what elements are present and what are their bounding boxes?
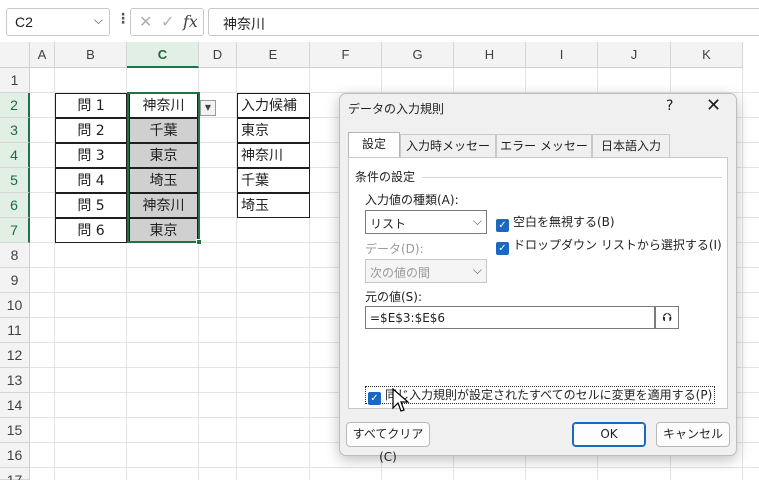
in-cell-dropdown-checkbox[interactable]: ✓ ドロップダウン リストから選択する(I): [496, 236, 722, 255]
select-all-corner[interactable]: [0, 42, 30, 68]
cell-e4[interactable]: 神奈川: [237, 143, 310, 168]
tab-input-message[interactable]: 入力時メッセージ: [400, 134, 496, 175]
tab-settings[interactable]: 設定: [348, 132, 400, 158]
row-header-2[interactable]: 2: [0, 93, 30, 118]
fill-handle[interactable]: [196, 239, 202, 245]
mouse-pointer-icon: [392, 388, 410, 412]
column-header-d[interactable]: D: [199, 42, 237, 68]
settings-panel: 条件の設定 入力値の種類(A): リスト ⌵ ✓ 空白を無視する(B) ✓ ドロップ…: [348, 157, 728, 409]
dialog-title: データの入力規則: [348, 102, 445, 116]
data-label: データ(D):: [365, 242, 424, 256]
cell-b2[interactable]: 問 1: [55, 93, 127, 118]
help-icon[interactable]: ?: [666, 98, 673, 114]
gridline: [742, 68, 743, 480]
tab-error-message[interactable]: エラー メッセージ: [496, 134, 592, 175]
cell-b4[interactable]: 問 3: [55, 143, 127, 168]
row-header-11[interactable]: 11: [0, 318, 30, 343]
column-header-h[interactable]: H: [454, 42, 526, 68]
row-header-12[interactable]: 12: [0, 343, 30, 368]
formula-input[interactable]: 神奈川: [208, 8, 759, 36]
data-select: 次の値の間 ⌵: [365, 259, 487, 283]
ok-button[interactable]: OK: [572, 422, 646, 447]
row-header-17[interactable]: 17: [0, 468, 30, 480]
source-input-value: =$E$3:$E$6: [370, 311, 446, 325]
row-header-14[interactable]: 14: [0, 393, 30, 418]
row-header-6[interactable]: 6: [0, 193, 30, 218]
row-header-5[interactable]: 5: [0, 168, 30, 193]
row-header-4[interactable]: 4: [0, 143, 30, 168]
row-header-1[interactable]: 1: [0, 68, 30, 93]
ignore-blank-checkbox[interactable]: ✓ 空白を無視する(B): [496, 213, 615, 232]
cell-b7[interactable]: 問 6: [55, 218, 127, 243]
cancel-button[interactable]: キャンセル: [656, 422, 730, 447]
row-header-13[interactable]: 13: [0, 368, 30, 393]
checkbox-checked-icon: ✓: [368, 392, 381, 405]
row-header-8[interactable]: 8: [0, 243, 30, 268]
row-header-3[interactable]: 3: [0, 118, 30, 143]
cell-e5[interactable]: 千葉: [237, 168, 310, 193]
column-header-a[interactable]: A: [30, 42, 55, 68]
cell-e2[interactable]: 入力候補: [237, 93, 310, 118]
cell-b3[interactable]: 問 2: [55, 118, 127, 143]
cell-b5[interactable]: 問 4: [55, 168, 127, 193]
clear-all-button[interactable]: すべてクリア(C): [346, 422, 430, 464]
column-header-f[interactable]: F: [310, 42, 382, 68]
name-box[interactable]: C2 ⌵: [6, 8, 110, 36]
selection-range: [127, 92, 200, 243]
formula-text: 神奈川: [223, 17, 265, 33]
collapse-dialog-button[interactable]: ⮉: [655, 306, 679, 329]
row-header-9[interactable]: 9: [0, 268, 30, 293]
row-header-15[interactable]: 15: [0, 418, 30, 443]
source-label: 元の値(S):: [365, 290, 423, 304]
apply-all-label: 同じ入力規則が設定されたすべてのセルに変更を適用する(P): [385, 388, 713, 402]
cell-e3[interactable]: 東京: [237, 118, 310, 143]
source-input[interactable]: =$E$3:$E$6: [365, 306, 655, 329]
column-header-b[interactable]: B: [55, 42, 127, 68]
checkbox-checked-icon: ✓: [496, 242, 509, 255]
row-header-16[interactable]: 16: [0, 443, 30, 468]
tab-ime[interactable]: 日本語入力: [592, 134, 670, 157]
ignore-blank-label: 空白を無視する(B): [513, 215, 615, 229]
checkbox-checked-icon: ✓: [496, 219, 509, 232]
column-header-g[interactable]: G: [382, 42, 454, 68]
criteria-group-label: 条件の設定: [355, 170, 416, 184]
chevron-down-icon[interactable]: ⌵: [94, 13, 103, 28]
row-header-7[interactable]: 7: [0, 218, 30, 243]
close-icon[interactable]: ✕: [706, 95, 721, 116]
formula-buttons: ✕ ✓ fx: [130, 8, 204, 36]
chevron-down-icon: ⌵: [472, 214, 482, 228]
column-header-c[interactable]: C: [127, 42, 199, 68]
data-select-value: 次の値の間: [370, 266, 431, 280]
allow-label: 入力値の種類(A):: [365, 193, 459, 207]
more-options-icon[interactable]: ⋮: [116, 11, 130, 27]
formula-bar: C2 ⌵ ⋮ ✕ ✓ fx 神奈川: [0, 0, 759, 42]
cell-dropdown-arrow-icon[interactable]: ▼: [200, 100, 216, 116]
cell-b6[interactable]: 問 5: [55, 193, 127, 218]
row-header-10[interactable]: 10: [0, 293, 30, 318]
in-cell-dropdown-label: ドロップダウン リストから選択する(I): [513, 238, 722, 252]
apply-all-checkbox[interactable]: ✓ 同じ入力規則が設定されたすべてのセルに変更を適用する(P): [365, 386, 716, 405]
column-header-e[interactable]: E: [237, 42, 310, 68]
cell-e6[interactable]: 埼玉: [237, 193, 310, 218]
insert-function-icon[interactable]: fx: [183, 12, 198, 31]
chevron-down-icon: ⌵: [472, 263, 482, 277]
name-box-value: C2: [15, 14, 33, 30]
allow-select-value: リスト: [370, 217, 407, 231]
allow-select[interactable]: リスト ⌵: [365, 210, 487, 234]
enter-icon[interactable]: ✓: [161, 12, 174, 31]
column-header-i[interactable]: I: [526, 42, 598, 68]
group-divider: [422, 177, 722, 178]
column-header-j[interactable]: J: [598, 42, 671, 68]
column-header-k[interactable]: K: [671, 42, 743, 68]
cancel-icon[interactable]: ✕: [139, 12, 152, 31]
